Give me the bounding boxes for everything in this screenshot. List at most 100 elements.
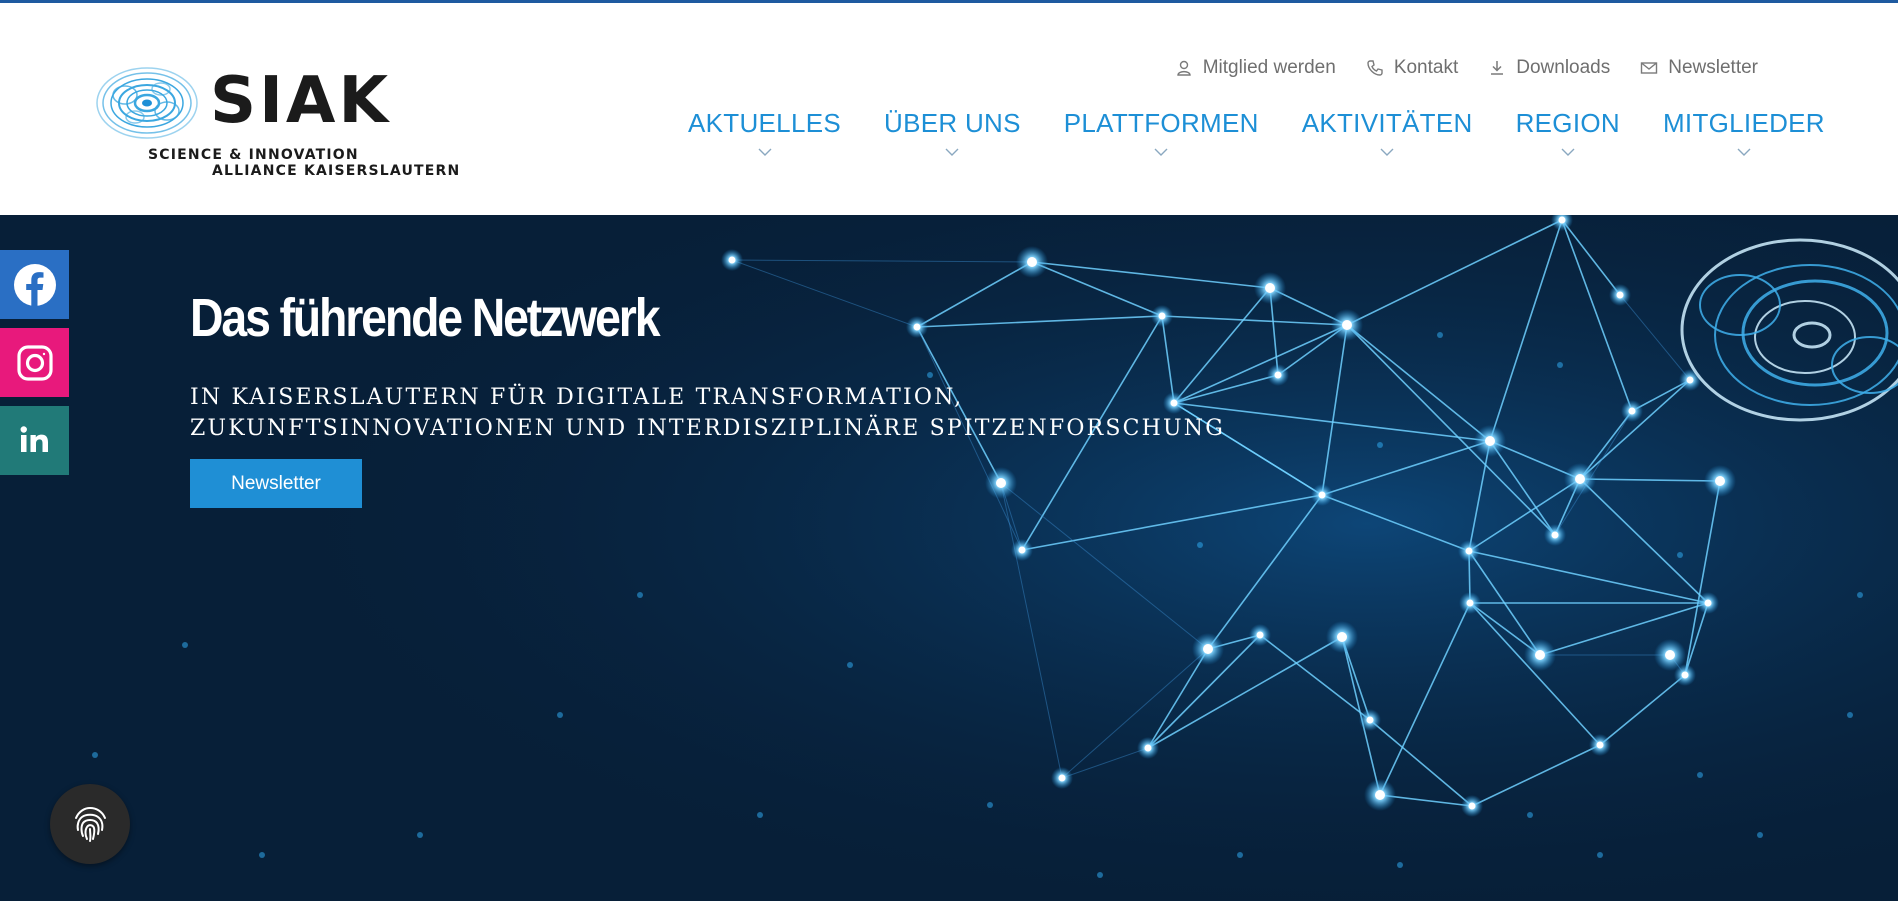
network-node [1596, 741, 1604, 749]
network-node [1616, 291, 1624, 299]
network-particle [1697, 772, 1703, 778]
network-particle [557, 712, 563, 718]
util-link-kontakt[interactable]: Kontakt [1366, 57, 1458, 79]
network-particle [1197, 542, 1203, 548]
nav-item-aktivitaeten[interactable]: AKTIVITÄTEN [1302, 107, 1473, 157]
hero-subtitle-line2: ZUKUNFTSINNOVATIONEN UND INTERDISZIPLINÄ… [190, 416, 1226, 441]
chevron-down-icon [1380, 148, 1394, 156]
network-particle [182, 642, 188, 648]
chevron-down-icon [1561, 148, 1575, 156]
nav-item-ueber-uns[interactable]: ÜBER UNS [884, 107, 1021, 157]
network-node [1704, 599, 1712, 607]
logo-tagline-line1: SCIENCE & INNOVATION [148, 147, 359, 163]
network-particle [927, 372, 933, 378]
hero-banner: Das führende Netzwerk IN KAISERSLAUTERN … [0, 215, 1898, 901]
network-particle [1677, 552, 1683, 558]
network-node [1558, 216, 1566, 224]
utility-nav: Mitglied werden Kontakt Downloads Newsle… [1175, 57, 1758, 79]
chevron-down-icon [945, 148, 959, 156]
network-node [1466, 599, 1474, 607]
download-icon [1491, 61, 1504, 75]
chevron-down-icon [1737, 148, 1751, 156]
network-node [1686, 376, 1694, 384]
network-particle [1857, 592, 1863, 598]
chevron-down-icon [758, 148, 771, 156]
network-particle [259, 852, 265, 858]
network-node [1665, 650, 1675, 660]
linkedin-icon [20, 425, 48, 452]
network-node [728, 256, 736, 264]
nav-item-aktuelles[interactable]: AKTUELLES [688, 107, 841, 157]
network-particle [1597, 852, 1603, 858]
network-node [1158, 312, 1166, 320]
network-node [1342, 320, 1352, 330]
util-link-label: Mitglied werden [1202, 57, 1336, 78]
instagram-link[interactable] [0, 328, 69, 397]
util-link-downloads[interactable]: Downloads [1488, 57, 1610, 79]
network-particle [847, 662, 853, 668]
newsletter-button[interactable]: Newsletter [190, 459, 362, 508]
hero-title: Das führende Netzwerk [190, 288, 661, 348]
network-node [1715, 476, 1725, 486]
nav-item-label: PLATTFORMEN [1063, 108, 1259, 138]
util-link-newsletter[interactable]: Newsletter [1640, 57, 1758, 79]
network-particle [1557, 362, 1563, 368]
network-node [913, 323, 921, 331]
hero-subtitle-line1: IN KAISERSLAUTERN FÜR DIGITALE TRANSFORM… [190, 385, 964, 410]
network-node [1551, 531, 1559, 539]
network-node [1366, 716, 1374, 724]
network-node [1485, 436, 1495, 446]
mail-icon [1641, 62, 1658, 74]
nav-item-mitglieder[interactable]: MITGLIEDER [1663, 107, 1825, 157]
network-node [1468, 802, 1476, 810]
logo-wordmark: SIAK [210, 64, 392, 138]
util-link-mitglied-werden[interactable]: Mitglied werden [1175, 57, 1336, 79]
util-link-label: Kontakt [1393, 57, 1459, 78]
phone-icon [1367, 60, 1383, 76]
network-particle [637, 592, 643, 598]
nav-item-region[interactable]: REGION [1516, 107, 1620, 157]
site-header: SIAK SCIENCE & INNOVATION ALLIANCE KAISE… [0, 3, 1898, 215]
network-particle [1437, 332, 1443, 338]
nav-item-label: ÜBER UNS [884, 108, 1021, 138]
facebook-icon [13, 263, 56, 306]
network-particle [417, 832, 423, 838]
logo-emblem-icon [96, 67, 198, 139]
network-particle [1397, 862, 1403, 868]
network-particle [987, 802, 993, 808]
network-node [1318, 491, 1326, 499]
privacy-settings-button[interactable] [50, 784, 130, 864]
instagram-icon [16, 344, 53, 381]
nav-item-plattformen[interactable]: PLATTFORMEN [1064, 107, 1259, 157]
nav-item-label: AKTUELLES [688, 108, 841, 138]
network-node [1144, 744, 1152, 752]
network-particle [1847, 712, 1853, 718]
network-node [1027, 257, 1037, 267]
siak-logo[interactable]: SIAK SCIENCE & INNOVATION ALLIANCE KAISE… [95, 61, 459, 186]
main-nav: AKTUELLES ÜBER UNS PLATTFORMEN AKTIVITÄT… [688, 107, 1825, 157]
network-node [1628, 407, 1636, 415]
network-node [996, 478, 1006, 488]
network-particle [1097, 872, 1103, 878]
facebook-link[interactable] [0, 250, 69, 319]
logo-tagline-line2: ALLIANCE KAISERSLAUTERN [212, 163, 461, 179]
network-particle [1527, 812, 1533, 818]
user-icon [1177, 60, 1191, 76]
util-link-label: Newsletter [1668, 57, 1758, 78]
network-node [1575, 474, 1585, 484]
network-node [1681, 671, 1689, 679]
network-node [1058, 774, 1066, 782]
network-particle [1377, 442, 1383, 448]
linkedin-link[interactable] [0, 406, 69, 475]
nav-item-label: REGION [1515, 108, 1620, 138]
network-particle [92, 752, 98, 758]
fingerprint-icon [75, 806, 106, 842]
network-particle [757, 812, 763, 818]
chevron-down-icon [1154, 148, 1168, 156]
network-particle [1237, 852, 1243, 858]
network-node [1018, 546, 1026, 554]
util-link-label: Downloads [1516, 57, 1611, 78]
network-node [1265, 283, 1275, 293]
nav-item-label: MITGLIEDER [1662, 108, 1825, 138]
network-node [1375, 790, 1385, 800]
